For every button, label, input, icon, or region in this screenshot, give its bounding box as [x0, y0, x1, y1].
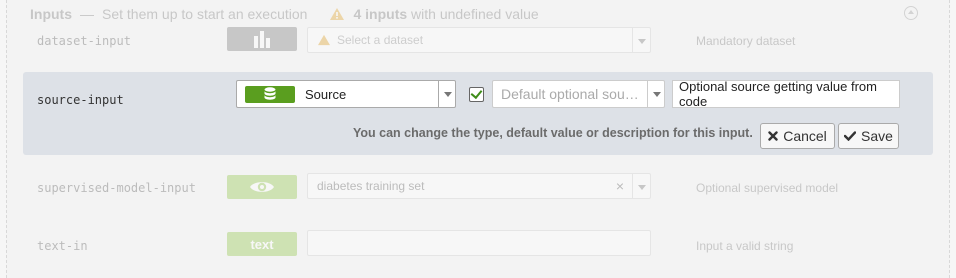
- warning-text: with undefined value: [411, 6, 539, 22]
- supervised-model-value: diabetes training set: [317, 179, 425, 193]
- source-type-label: Source: [305, 86, 347, 102]
- input-name-source: source-input: [37, 93, 124, 107]
- source-input-row: source-input Source Default optional sou…: [23, 72, 933, 155]
- dataset-type-button[interactable]: [227, 27, 297, 51]
- text-description: Input a valid string: [696, 239, 794, 253]
- chevron-down-icon[interactable]: [438, 81, 455, 107]
- default-value-checkbox[interactable]: [469, 87, 484, 102]
- text-type-button[interactable]: text: [227, 232, 297, 256]
- description-value: Optional source getting value from code: [679, 79, 877, 109]
- checkmark-icon: [844, 131, 857, 141]
- input-name-supervised-model: supervised-model-input: [37, 181, 196, 195]
- inputs-title: Inputs: [30, 6, 72, 22]
- save-button[interactable]: Save: [838, 123, 899, 149]
- dataset-select-placeholder: Select a dataset: [337, 33, 424, 47]
- supervised-model-select[interactable]: diabetes training set ×: [307, 173, 651, 199]
- eye-icon: [250, 182, 274, 192]
- source-type-badge: [245, 85, 295, 103]
- text-type-label: text: [250, 236, 274, 252]
- text-input-field[interactable]: [307, 230, 651, 256]
- inputs-subtitle: Set them up to start an execution: [102, 6, 308, 22]
- dataset-icon: [254, 31, 270, 48]
- clear-icon[interactable]: ×: [616, 178, 624, 194]
- inputs-header: Inputs — Set them up to start an executi…: [30, 5, 539, 23]
- chevron-down-icon[interactable]: [632, 28, 650, 52]
- database-icon: [264, 87, 276, 100]
- supervised-model-description: Optional supervised model: [696, 181, 839, 195]
- chevron-down-icon[interactable]: [647, 81, 664, 107]
- collapse-icon[interactable]: [904, 6, 918, 20]
- warning-count: 4 inputs: [353, 6, 408, 22]
- edit-hint: You can change the type, default value o…: [353, 126, 753, 140]
- default-value-placeholder: Default optional sou…: [501, 86, 639, 102]
- input-name-text: text-in: [37, 239, 88, 253]
- header-dash: —: [80, 6, 94, 22]
- cancel-label: Cancel: [783, 128, 827, 144]
- source-type-select[interactable]: Source: [236, 80, 456, 108]
- default-value-select[interactable]: Default optional sou…: [492, 80, 665, 108]
- input-name-dataset: dataset-input: [37, 34, 131, 48]
- description-input[interactable]: Optional source getting value from code: [672, 79, 900, 109]
- dataset-description: Mandatory dataset: [696, 34, 796, 48]
- model-type-button[interactable]: [227, 175, 297, 199]
- warning-icon: [318, 34, 330, 46]
- save-label: Save: [861, 128, 893, 144]
- chevron-down-icon[interactable]: [632, 174, 650, 198]
- close-icon: [768, 131, 778, 141]
- dataset-select[interactable]: Select a dataset: [307, 27, 651, 53]
- cancel-button[interactable]: Cancel: [760, 123, 835, 149]
- warning-icon: [330, 8, 345, 20]
